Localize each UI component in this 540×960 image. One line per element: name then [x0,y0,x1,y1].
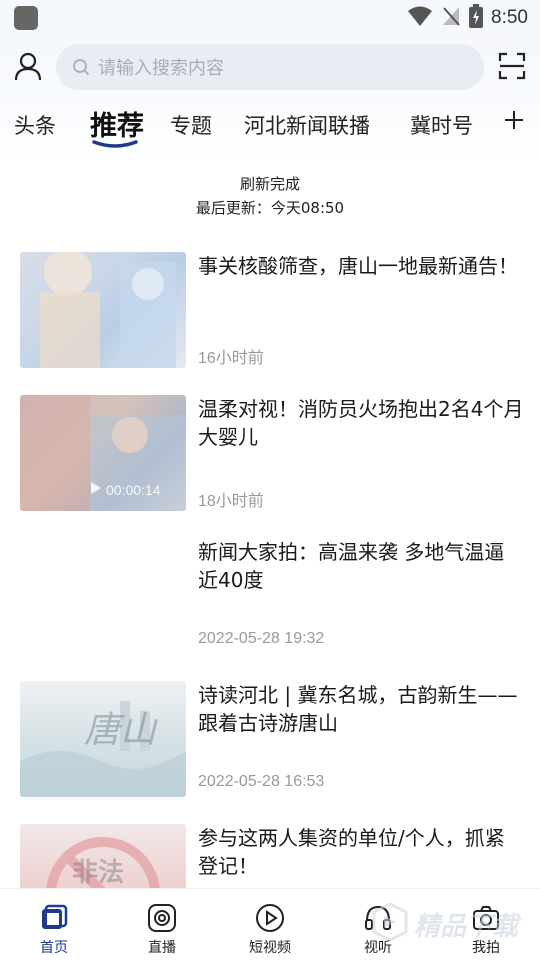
plus-icon [503,109,525,135]
home-icon [39,903,69,933]
refresh-status: 刷新完成 [239,175,300,193]
battery-charging-icon [469,4,484,32]
channel-tabs: 头条 推荐 专题 河北新闻联播 冀时号 [0,100,540,150]
wifi-icon [407,5,433,31]
watermark-text: 精品下载 [414,911,519,942]
thumbnail-text: 非法 [72,858,125,888]
watermark-logo-icon [372,902,408,946]
header: 请输入搜索内容 [0,44,540,92]
tab-topics[interactable]: 专题 [170,110,212,140]
play-icon [88,481,102,498]
last-update-text: 最后更新：今天08:50 [195,199,345,217]
news-time: 2022-05-28 19:32 [198,630,325,647]
scan-icon [498,52,526,84]
tab-headline[interactable]: 头条 [14,110,56,140]
search-input[interactable]: 请输入搜索内容 [56,44,484,90]
news-time: 2022-05-28 16:53 [198,773,325,790]
live-icon [147,903,177,933]
add-channel-button[interactable] [500,108,528,136]
app-notification-icon [14,6,38,30]
news-title: 参与这两人集资的单位/个人，抓紧登记！ [198,826,505,878]
news-item[interactable]: 唐山 诗读河北 | 冀东名城，古韵新生——跟着古诗游唐山 2022-05-28 … [0,681,540,799]
video-indicator: 00:00:14 [88,481,161,498]
status-bar: 8:50 [0,0,540,36]
short-video-icon [255,903,285,933]
video-duration: 00:00:14 [106,481,161,498]
nav-short-video[interactable]: 短视频 [216,889,324,960]
nav-label: 首页 [40,940,68,956]
news-time: 16小时前 [198,350,264,367]
nav-label: 短视频 [249,940,291,956]
thumbnail-calligraphy: 唐山 [84,710,157,751]
status-time: 8:50 [491,7,528,28]
news-thumbnail: 唐山 [20,681,186,797]
tab-jishihao[interactable]: 冀时号 [410,110,473,140]
nav-label: 直播 [148,940,176,956]
news-time: 18小时前 [198,493,264,510]
news-title: 新闻大家拍：高温来袭 多地气温逼近40度 [198,540,505,592]
nav-home[interactable]: 首页 [0,889,108,960]
news-item[interactable]: 00:00:14 温柔对视！消防员火场抱出2名4个月大婴儿 18小时前 [0,395,540,513]
status-icons: 8:50 [407,4,528,32]
scan-button[interactable] [496,52,528,84]
active-tab-indicator [92,140,138,148]
news-thumbnail [20,252,186,368]
news-item[interactable]: 新闻大家拍：高温来袭 多地气温逼近40度 2022-05-28 19:32 [0,538,540,656]
watermark: 精品下载 [372,896,540,952]
tab-hebei-news[interactable]: 河北新闻联播 [244,110,370,140]
news-title: 诗读河北 | 冀东名城，古韵新生——跟着古诗游唐山 [198,683,518,735]
news-thumbnail: 00:00:14 [20,395,186,511]
user-icon [13,51,43,85]
news-title: 事关核酸筛查，唐山一地最新通告！ [198,254,518,278]
search-placeholder: 请输入搜索内容 [98,58,224,79]
news-title: 温柔对视！消防员火场抱出2名4个月大婴儿 [198,397,524,449]
search-icon [72,58,90,76]
tab-recommend[interactable]: 推荐 [90,104,144,143]
news-item[interactable]: 事关核酸筛查，唐山一地最新通告！ 16小时前 [0,252,540,370]
user-profile-button[interactable] [12,52,44,84]
no-signal-icon [441,5,461,31]
refresh-message: 刷新完成 最后更新：今天08:50 [0,172,540,220]
nav-live[interactable]: 直播 [108,889,216,960]
